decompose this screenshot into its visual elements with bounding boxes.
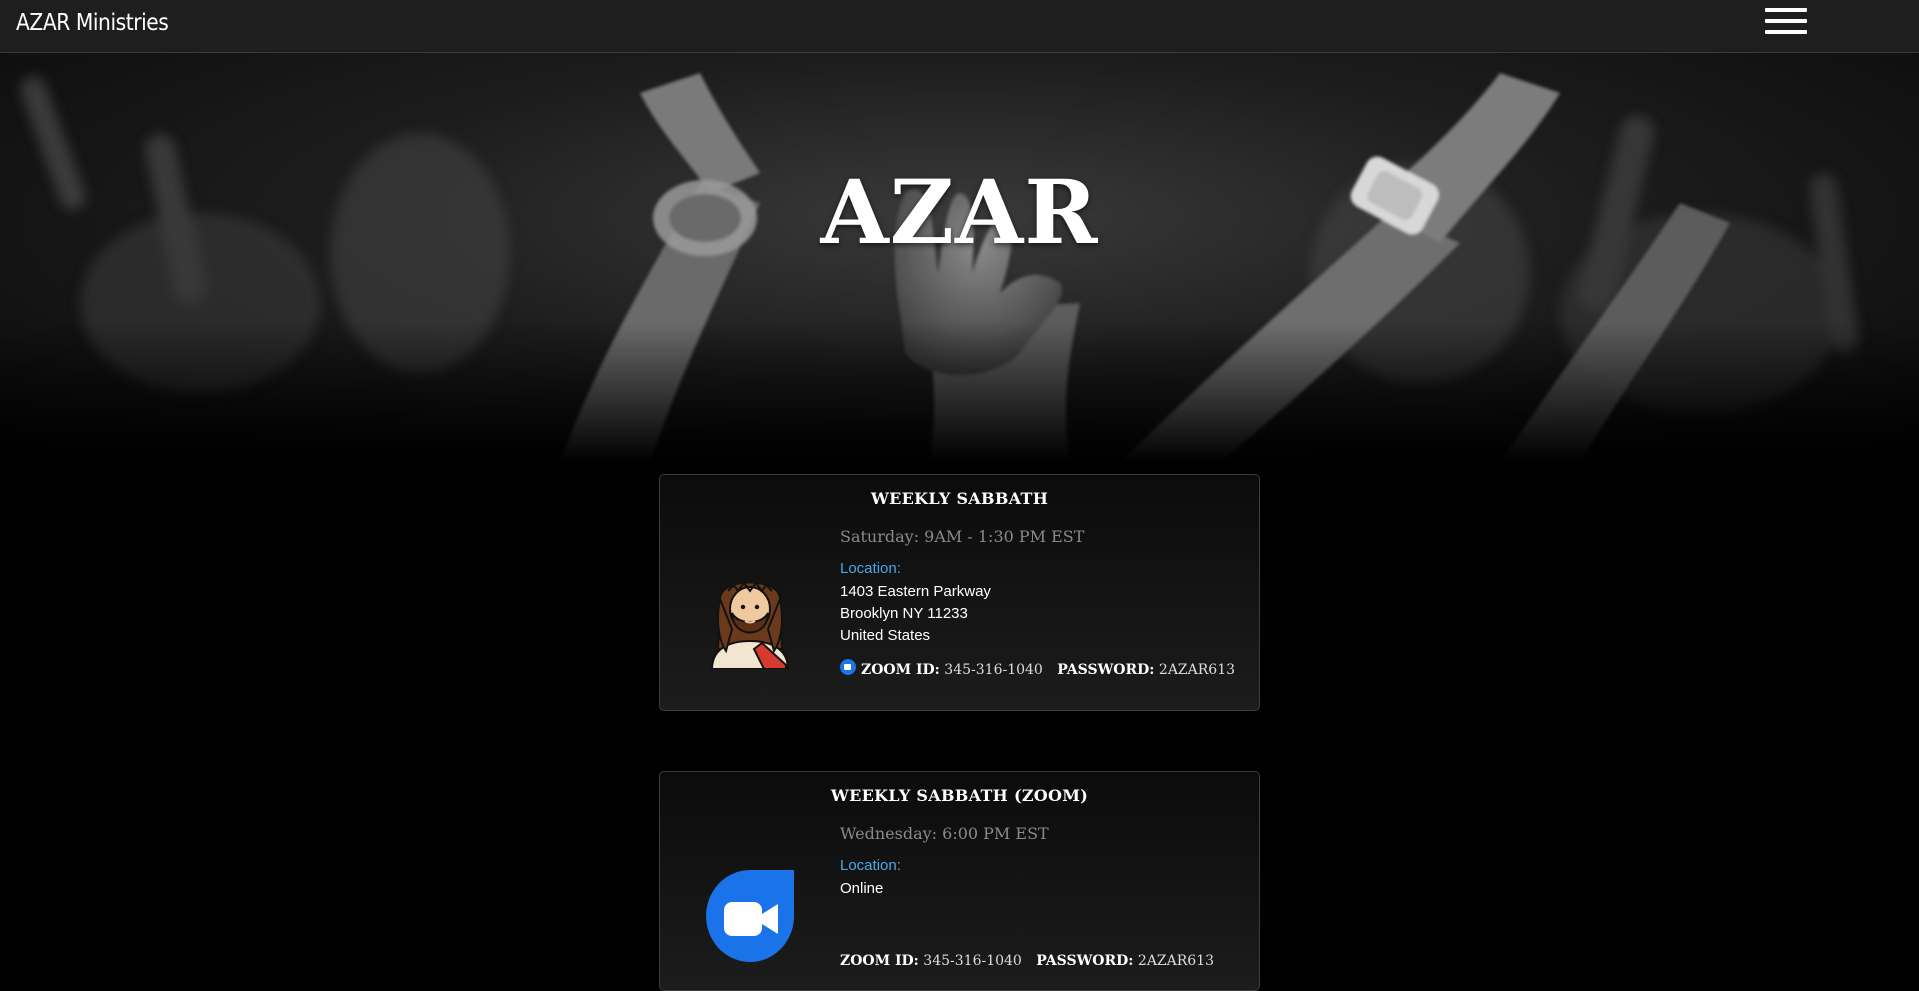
address-line: 1403 Eastern Parkway [840,583,991,600]
zoom-id-value: 345-316-1040 [944,662,1043,678]
password-value: 2AZAR613 [1158,662,1236,678]
location-label: Location: [840,560,901,577]
jesus-avatar-icon [710,581,790,669]
service-time: Saturday: 9AM - 1:30 PM EST [840,527,1085,546]
menu-bar-line [1765,30,1807,34]
service-card: WEEKLY SABBATH (ZOOM) Wednesday: 6:00 PM… [659,771,1260,991]
address-line: Online [840,880,884,897]
brand-link[interactable]: AZAR Ministries [16,10,169,36]
service-title: WEEKLY SABBATH [870,489,1049,508]
password-label: PASSWORD: [1036,953,1134,969]
service-card: WEEKLY SABBATH Saturday: 9AM - 1:30 PM E… [659,474,1260,711]
navbar: AZAR Ministries [0,0,1919,53]
location-address: Online [840,878,883,900]
hero-gradient-overlay [0,323,1919,463]
zoom-info: ZOOM ID: 345-316-1040 PASSWORD: 2AZAR613 [840,953,1214,969]
menu-bar-line [1765,19,1807,23]
zoom-id-value: 345-316-1040 [923,953,1022,969]
zoom-video-icon [706,870,794,962]
hero-title: AZAR [820,160,1099,264]
menu-bar-line [1765,8,1807,12]
hero-banner: AZAR [0,53,1919,463]
location-label: Location: [840,857,901,874]
password-value: 2AZAR613 [1137,953,1215,969]
zoom-id-label: ZOOM ID: [840,953,919,969]
location-address: 1403 Eastern Parkway Brooklyn NY 11233 U… [840,581,991,647]
address-line: Brooklyn NY 11233 [840,605,968,622]
password-label: PASSWORD: [1057,662,1155,678]
service-title: WEEKLY SABBATH (ZOOM) [830,786,1089,805]
zoom-id-label: ZOOM ID: [861,662,940,678]
zoom-icon [840,659,856,675]
address-line: United States [840,627,931,644]
service-time: Wednesday: 6:00 PM EST [840,824,1049,843]
zoom-info: ZOOM ID: 345-316-1040 PASSWORD: 2AZAR613 [840,659,1235,678]
hamburger-menu-icon[interactable] [1765,6,1807,36]
